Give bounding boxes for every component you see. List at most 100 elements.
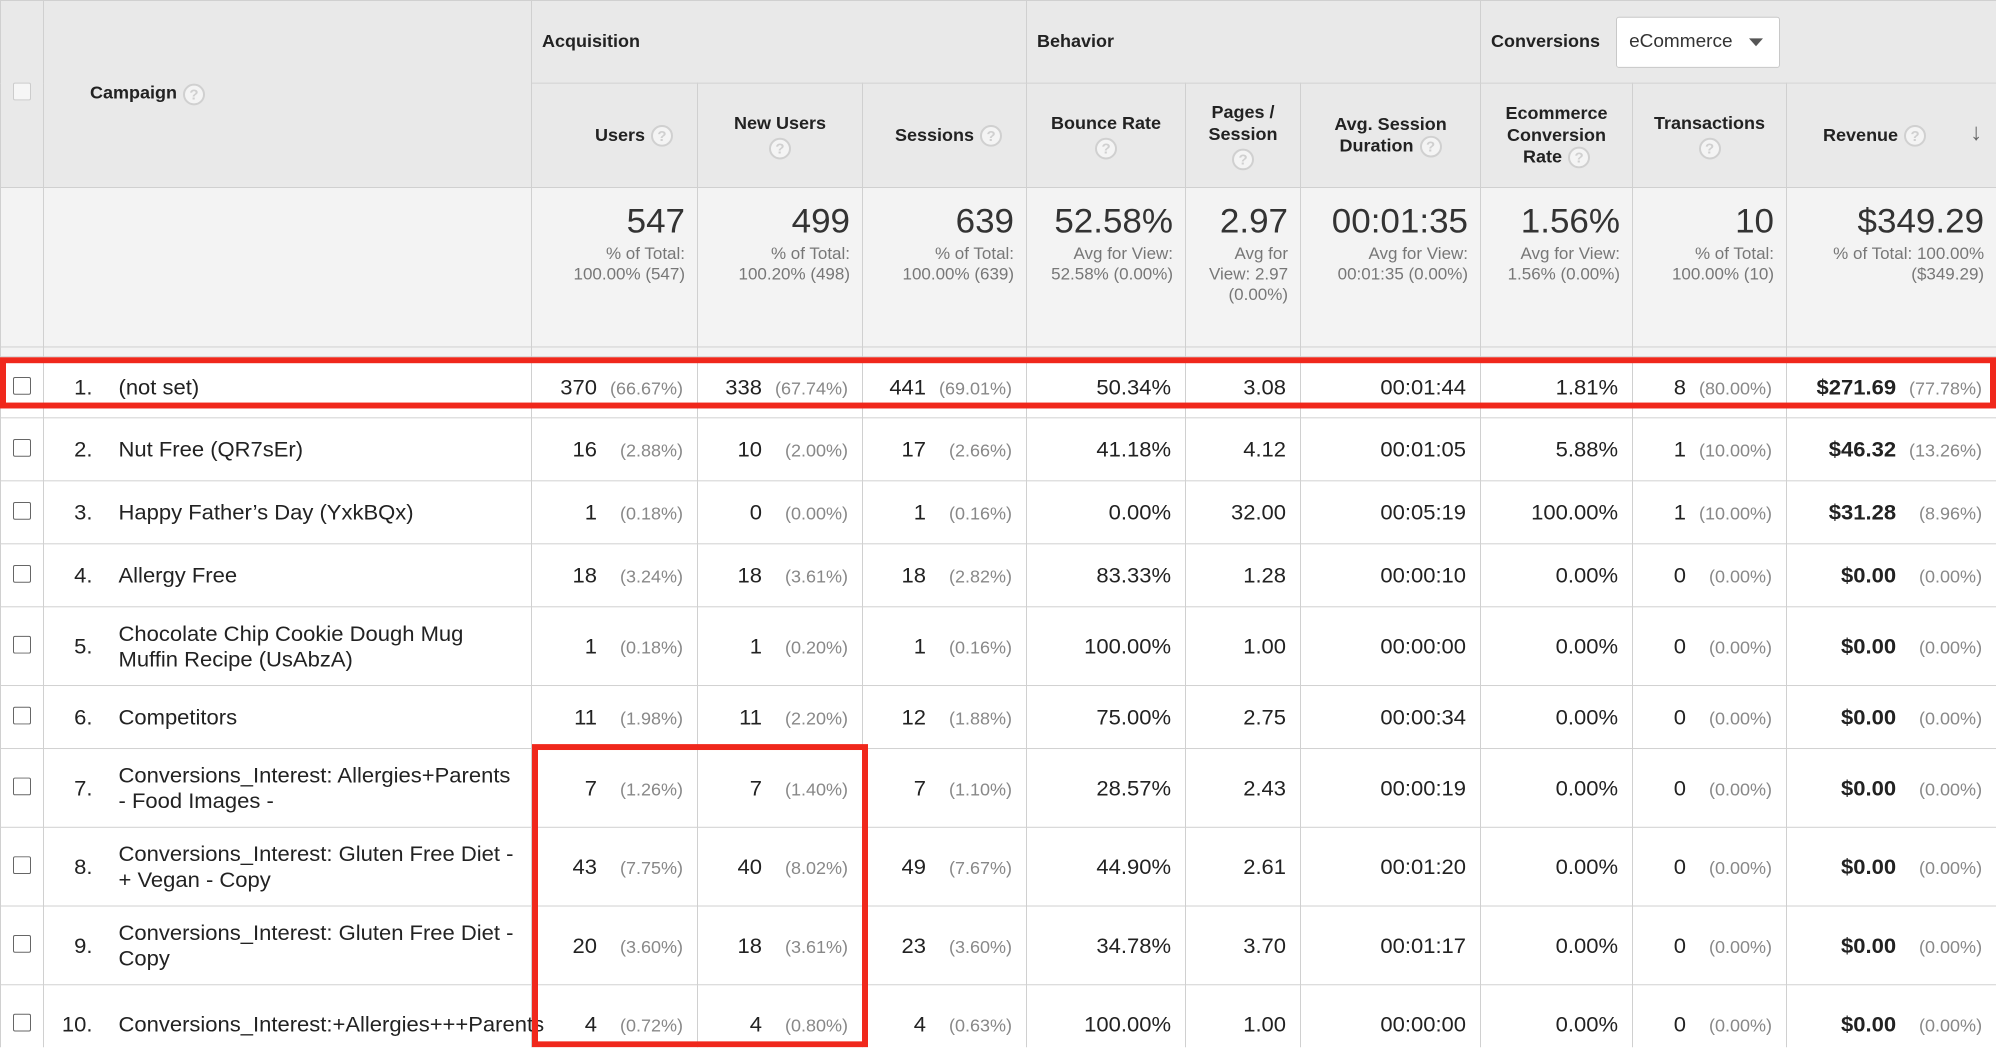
cell-value: 00:01:05: [1380, 436, 1467, 462]
row-checkbox[interactable]: [13, 501, 31, 520]
metric-header-bounce-rate[interactable]: Bounce Rate?: [1026, 82, 1187, 188]
row-index: 3.: [43, 480, 119, 545]
select-all-checkbox[interactable]: [13, 82, 31, 101]
campaign-name-cell[interactable]: (not set): [118, 356, 533, 419]
total-value: 639: [955, 201, 1015, 241]
cell-percent: (0.00%): [1709, 566, 1773, 587]
row-checkbox-cell[interactable]: [0, 905, 44, 986]
campaign-column-header[interactable]: Campaign?: [42, 0, 533, 188]
campaign-name-cell[interactable]: Conversions_Interest:+Allergies+++Parent…: [118, 984, 544, 1048]
row-checkbox[interactable]: [13, 1013, 31, 1032]
help-icon[interactable]: ?: [1419, 135, 1442, 158]
campaign-name-cell[interactable]: Conversions_Interest: Gluten Free Diet -…: [118, 826, 533, 907]
cell-percent: (0.00%): [1919, 708, 1983, 728]
metric-header-users[interactable]: Users?: [531, 82, 699, 188]
campaign-name-link[interactable]: Nut Free (QR7sEr): [119, 437, 304, 462]
campaign-name-cell[interactable]: Happy Father’s Day (YxkBQx): [118, 480, 533, 545]
row-checkbox[interactable]: [13, 635, 31, 654]
row-checkbox-cell[interactable]: [0, 356, 44, 419]
row-checkbox[interactable]: [13, 564, 31, 583]
row-checkbox-cell[interactable]: [0, 748, 44, 828]
row-checkbox-cell[interactable]: [0, 606, 44, 687]
pages-session-cell: 2.61: [1185, 826, 1302, 907]
cell-value: 100.00%: [1084, 633, 1172, 658]
cell-value: $0.00: [1841, 775, 1897, 800]
campaign-name-cell[interactable]: Conversions_Interest: Gluten Free Diet -…: [118, 905, 533, 986]
campaign-name-link[interactable]: Conversions_Interest:+Allergies+++Parent…: [119, 1011, 545, 1036]
metric-header-sessions[interactable]: Sessions?: [862, 82, 1028, 188]
row-checkbox[interactable]: [13, 438, 31, 457]
campaign-name-cell[interactable]: Nut Free (QR7sEr): [118, 417, 533, 482]
table-row[interactable]: 5. Chocolate Chip Cookie Dough Mug Muffin…: [0, 606, 1996, 687]
row-checkbox-cell[interactable]: [0, 685, 44, 750]
table-row[interactable]: 7. Conversions_Interest: Allergies+Parent…: [0, 748, 1996, 828]
help-icon[interactable]: ?: [651, 125, 674, 147]
table-row[interactable]: 4. Allergy Free 18 (3.24%) 18 (3.61%) 18 (2.82%…: [0, 543, 1996, 608]
metric-header-avg-session-duration[interactable]: Avg. Session Duration?: [1300, 82, 1482, 188]
row-checkbox-cell[interactable]: [0, 480, 44, 545]
help-icon[interactable]: ?: [1904, 125, 1927, 147]
help-icon[interactable]: ?: [1568, 146, 1591, 169]
campaign-name-link[interactable]: Chocolate Chip Cookie Dough Mug Muffin R…: [119, 621, 464, 671]
conversion-rate-cell: 100.00%: [1480, 480, 1634, 545]
cell-value: $0.00: [1841, 1011, 1897, 1036]
table-row[interactable]: 8. Conversions_Interest: Gluten Free Diet…: [0, 826, 1996, 907]
campaign-name-link[interactable]: Conversions_Interest: Allergies+Parents …: [119, 762, 511, 812]
sort-descending-icon[interactable]: ↓: [1970, 120, 1982, 144]
metric-header-new-users[interactable]: New Users?: [697, 82, 864, 188]
campaign-name-cell[interactable]: Conversions_Interest: Allergies+Parents …: [118, 748, 533, 828]
help-icon[interactable]: ?: [769, 137, 792, 159]
campaign-name-cell[interactable]: Competitors: [118, 685, 533, 750]
total-value: 00:01:35: [1331, 201, 1469, 241]
campaign-name-link[interactable]: Happy Father’s Day (YxkBQx): [119, 500, 414, 525]
cell-percent: (0.00%): [1709, 857, 1773, 878]
row-checkbox-cell[interactable]: [0, 417, 44, 482]
help-icon[interactable]: ?: [1095, 137, 1118, 159]
users-cell: 11 (1.98%): [531, 685, 699, 750]
row-checkbox[interactable]: [13, 855, 31, 874]
metric-header-ecommerce-conversion-rate[interactable]: Ecommerce Conversion Rate?: [1480, 82, 1634, 188]
table-row[interactable]: 2. Nut Free (QR7sEr) 16 (2.88%) 10 (2.00%) 17 (…: [0, 417, 1996, 482]
pages-session-cell: 1.00: [1185, 606, 1302, 687]
table-row[interactable]: 6. Competitors 11 (1.98%) 11 (2.20%) 12 (1.88%)…: [0, 685, 1996, 750]
sessions-cell: 12 (1.88%): [862, 685, 1028, 750]
total-bounce-rate: 52.58% Avg for View: 52.58% (0.00%): [1026, 187, 1187, 348]
cell-percent: (1.88%): [949, 708, 1013, 728]
campaign-name-link[interactable]: (not set): [119, 375, 200, 400]
cell-value: 0: [1673, 932, 1687, 958]
revenue-cell: $0.00 (0.00%): [1786, 685, 1996, 750]
select-all-cell[interactable]: [0, 0, 44, 188]
total-subtext: % of Total: 100.20% (498): [738, 244, 851, 284]
help-icon[interactable]: ?: [183, 83, 206, 105]
campaign-name-link[interactable]: Allergy Free: [119, 563, 238, 588]
row-checkbox-cell[interactable]: [0, 543, 44, 608]
avg-session-duration-cell: 00:00:10: [1300, 543, 1482, 608]
row-checkbox[interactable]: [13, 934, 31, 953]
help-icon[interactable]: ?: [980, 125, 1003, 147]
avg-session-duration-cell: 00:01:44: [1300, 356, 1482, 419]
campaign-name-link[interactable]: Conversions_Interest: Gluten Free Diet -…: [119, 841, 514, 891]
row-checkbox-cell[interactable]: [0, 826, 44, 907]
row-checkbox[interactable]: [13, 706, 31, 724]
help-icon[interactable]: ?: [1232, 148, 1255, 170]
row-checkbox-cell[interactable]: [0, 984, 44, 1048]
pages-session-cell: 3.08: [1185, 356, 1302, 419]
help-icon[interactable]: ?: [1698, 137, 1721, 159]
campaign-name-cell[interactable]: Allergy Free: [118, 543, 533, 608]
campaign-name-link[interactable]: Competitors: [119, 704, 238, 729]
campaign-name-link[interactable]: Conversions_Interest: Gluten Free Diet -…: [119, 920, 514, 970]
row-checkbox[interactable]: [13, 777, 31, 795]
metric-header-revenue[interactable]: Revenue? ↓: [1786, 82, 1996, 188]
row-checkbox[interactable]: [13, 376, 31, 395]
table-row[interactable]: 10. Conversions_Interest:+Allergies+++Par…: [0, 984, 1996, 1048]
metric-header-transactions[interactable]: Transactions?: [1632, 82, 1788, 188]
new-users-cell: 4 (0.80%): [697, 984, 864, 1048]
table-row[interactable]: 9. Conversions_Interest: Gluten Free Diet…: [0, 905, 1996, 986]
campaign-name-cell[interactable]: Chocolate Chip Cookie Dough Mug Muffin R…: [118, 606, 533, 687]
conversions-type-dropdown[interactable]: eCommerce: [1616, 16, 1781, 68]
table-row[interactable]: 3. Happy Father’s Day (YxkBQx) 1 (0.18%) 0 (0…: [0, 480, 1996, 545]
avg-session-duration-cell: 00:01:20: [1300, 826, 1482, 907]
table-row[interactable]: 1. (not set) 370 (66.67%) 338 (67.74%) 441 (69.…: [0, 356, 1996, 419]
metric-header-pages-session[interactable]: Pages / Session?: [1185, 82, 1302, 188]
new-users-cell: 0 (0.00%): [697, 480, 864, 545]
